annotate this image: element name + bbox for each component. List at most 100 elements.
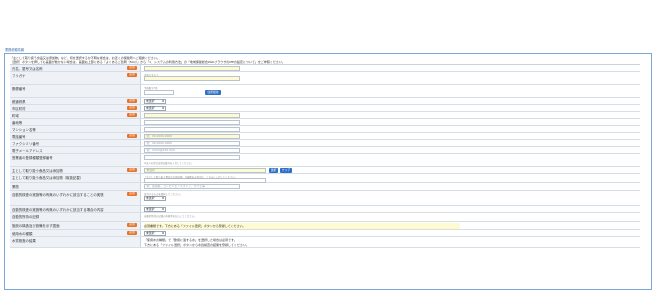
required-badge: 必須: [127, 133, 137, 138]
field-label-cell: 氏名、屋号又は名称 必須: [10, 65, 141, 71]
field-value-cell: 例：XXXX@XXX.XXX: [141, 147, 640, 153]
text-input[interactable]: 例：00-0000-0000: [144, 141, 240, 146]
form-rows: 氏名、屋号又は名称 必須 フリガナ 必須 全角カタカナ 郵便番号 半角数字7桁 住所検索 都道府…: [10, 64, 640, 289]
field-label: 営業者の登録種類登録番号: [12, 156, 53, 160]
postal-hint: 半角数字7桁: [144, 86, 158, 90]
field-value-cell: 未選択 選択 クリア: [141, 167, 640, 173]
field-label-cell: 番地等: [10, 119, 141, 125]
field-label: フリガナ: [12, 74, 26, 78]
required-badge: 必須: [127, 191, 137, 196]
field-label-cell: 自動的検査の実施等の有無のいずれかに該当する場合の内容: [10, 206, 141, 212]
field-value-cell: 必須書類です。下方にある「ファイル選択」ボタンから登録してください。: [141, 222, 640, 229]
field-value-cell: [141, 126, 640, 132]
field-label: 電子メールアドレス: [12, 149, 43, 153]
required-badge: 必須: [127, 105, 137, 110]
select-button[interactable]: 選択: [269, 168, 278, 173]
field-label: 郵便番号: [12, 87, 26, 91]
field-value-cell: 半角数字7桁住所検索: [141, 85, 640, 97]
field-label: 主として取り扱う食品又は添加物: [12, 169, 63, 173]
form-row: 町域 必須: [10, 112, 640, 119]
form-row: ファクシミリ番号 例：00-0000-0000: [10, 140, 640, 147]
field-label-cell: マンション名等: [10, 126, 141, 132]
field-label-cell: 市区町村 必須: [10, 105, 141, 111]
field-value-cell: 未選択: [141, 105, 640, 111]
field-value-cell: [141, 65, 640, 71]
field-value-cell: 例：00-0000-0000: [141, 133, 640, 139]
postal-code-input[interactable]: [144, 90, 174, 95]
field-note: 自動的所持の記録の有無等を記入してください。: [144, 215, 197, 218]
field-label: 業態: [12, 185, 19, 189]
field-label: 主として取り扱う食品又は添加物（取扱記載）: [12, 176, 84, 180]
field-note: ※法人の場合は登記番号を入力してください。: [144, 162, 194, 165]
field-label-cell: フリガナ 必須: [10, 72, 141, 84]
form-row: 主として取り扱う食品又は添加物（取扱記載） 「主として取り扱う食品又は添加物」が複…: [10, 174, 640, 183]
select-dropdown[interactable]: 未選択: [144, 207, 166, 212]
field-label-cell: 水質検査の結果: [10, 237, 141, 247]
field-value-cell: ※法人の場合は登記番号を入力してください。: [141, 154, 640, 166]
field-label: 施設の構造及び設備を示す図面: [12, 224, 60, 228]
field-label: 都道府県: [12, 100, 26, 104]
field-label-cell: 町域 必須: [10, 112, 141, 118]
form-row: 自動的所持の記録 自動的所持の記録の有無等を記入してください。: [10, 213, 640, 222]
text-input[interactable]: [144, 155, 240, 160]
form-row: 市区町村 必須 未選択: [10, 105, 640, 112]
form-row: 営業者の登録種類登録番号 ※法人の場合は登記番号を入力してください。: [10, 154, 640, 167]
text-input[interactable]: [144, 127, 240, 132]
text-input[interactable]: [144, 120, 240, 125]
field-label: 自動的検査の実施等の有無のいずれかに該当することの実態: [12, 193, 104, 197]
furigana-input[interactable]: [144, 76, 240, 81]
select-dropdown[interactable]: 未選択: [144, 196, 166, 201]
text-input[interactable]: 例：00-0000-0000: [144, 134, 240, 139]
field-value-cell: 全角カタカナ: [141, 72, 640, 84]
field-label: 使用水の種類: [12, 232, 33, 236]
field-label-cell: 主として取り扱う食品又は添加物 必須: [10, 167, 141, 173]
field-value-cell: [141, 119, 640, 125]
food-input[interactable]: 未選択: [144, 168, 266, 173]
clear-button[interactable]: クリア: [280, 168, 292, 173]
field-label: 市区町村: [12, 107, 26, 111]
field-label-cell: 自動的所持の記録: [10, 213, 141, 221]
field-label-cell: 使用水の種類 必須: [10, 230, 141, 236]
form-row: 水質検査の結果 「使用水の種類」で「飲用に適する水」を選択した場合は必須です。 下方…: [10, 237, 640, 248]
field-label-cell: ファクシミリ番号: [10, 140, 141, 146]
field-label-cell: 都道府県 必須: [10, 98, 141, 104]
field-label-cell: 郵便番号: [10, 85, 141, 97]
text-input[interactable]: 例：XXXX@XXX.XXX: [144, 148, 240, 153]
field-label: 自動的所持の記録: [12, 215, 40, 219]
field-value-cell: 未選択: [141, 98, 640, 104]
form-row: 主として取り扱う食品又は添加物 必須 未選択 選択 クリア: [10, 167, 640, 174]
form-row: 使用水の種類 必須 未選択: [10, 230, 640, 237]
form-row: 電子メールアドレス 例：XXXX@XXX.XXX: [10, 147, 640, 154]
field-value-cell: 「主として取り扱う食品又は添加物」が複数ある場合は、こちらに入力してください。: [141, 174, 640, 183]
field-label: 自動的検査の実施等の有無のいずれかに該当する場合の内容: [12, 208, 104, 212]
field-value-cell: 例：00-0000-0000: [141, 140, 640, 146]
form-row: 自動的検査の実施等の有無のいずれかに該当する場合の内容 未選択: [10, 206, 640, 213]
field-label-cell: 電子メールアドレス: [10, 147, 141, 153]
select-dropdown[interactable]: 未選択: [144, 106, 166, 111]
required-badge: 必須: [127, 222, 137, 227]
form-row: フリガナ 必須 全角カタカナ: [10, 72, 640, 85]
form-row: 氏名、屋号又は名称 必須: [10, 65, 640, 72]
notice-line: 「使用水の種類」で「飲用に適する水」を選択した場合は必須です。: [144, 238, 237, 242]
required-badge: 必須: [127, 230, 137, 235]
field-label-cell: 電話番号 必須: [10, 133, 141, 139]
select-dropdown[interactable]: 未選択: [144, 99, 166, 104]
text-input[interactable]: [144, 66, 240, 71]
text-input[interactable]: 例：居酒屋、コンビニエンスストア、カフェ等: [144, 184, 240, 189]
form-section-title: 業務依頼情報: [4, 47, 26, 52]
required-badge: 必須: [127, 112, 137, 117]
field-label: 氏名、屋号又は名称: [12, 67, 43, 71]
field-label-cell: 主として取り扱う食品又は添加物（取扱記載）: [10, 174, 141, 182]
form-row: 番地等: [10, 119, 640, 126]
field-value-cell: 未選択: [141, 230, 640, 236]
address-search-button[interactable]: 住所検索: [205, 90, 221, 95]
text-input[interactable]: [144, 113, 240, 118]
field-label: 町域: [12, 114, 19, 118]
field-label-cell: 業態: [10, 183, 141, 190]
field-value-cell: [141, 112, 640, 118]
select-dropdown[interactable]: 未選択: [144, 231, 166, 236]
form-row: 郵便番号 半角数字7桁住所検索: [10, 85, 640, 98]
form-row: 自動的検査の実施等の有無のいずれかに該当することの実態 必須 該当するものを選択して…: [10, 191, 640, 206]
field-note: 「主として取り扱う食品又は添加物」が複数ある場合は、こちらに入力してください。: [144, 176, 238, 180]
form-row: 施設の構造及び設備を示す図面 必須 必須書類です。下方にある「ファイル選択」ボタンか…: [10, 222, 640, 230]
